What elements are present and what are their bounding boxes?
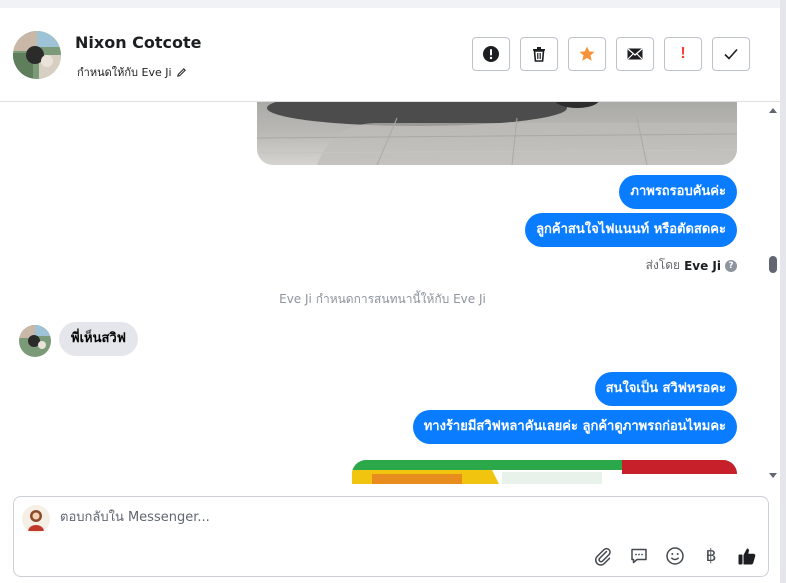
header-actions: ! — [472, 37, 750, 71]
scroll-down-arrow[interactable] — [769, 473, 777, 478]
delete-button[interactable] — [520, 37, 558, 71]
follow-up-button[interactable] — [472, 37, 510, 71]
incoming-message[interactable]: พี่เห็นสวิฟ — [59, 322, 138, 356]
baht-icon: ฿ — [705, 546, 717, 566]
exclamation-circle-icon — [483, 46, 499, 62]
car-photo-attachment[interactable] — [257, 102, 737, 165]
reply-composer: ฿ — [13, 496, 769, 577]
mark-spam-button[interactable]: ! — [664, 37, 702, 71]
contact-avatar[interactable] — [13, 31, 61, 79]
outgoing-message[interactable]: ภาพรถรอบคันค่ะ — [619, 175, 737, 209]
sent-by-prefix: ส่งโดย — [645, 258, 681, 272]
sent-by-note: ส่งโดย Eve Ji ? — [646, 256, 737, 275]
exclamation-icon: ! — [680, 45, 686, 62]
contact-avatar-small[interactable] — [19, 325, 51, 357]
payment-button[interactable]: ฿ — [700, 545, 722, 567]
outgoing-message[interactable]: ทางร้ายมีสวิฟหลาคันเลยค่ะ ลูกค้าดูภาพรถก… — [412, 410, 737, 444]
message-thread: ภาพรถรอบคันค่ะ ลูกค้าสนใจไฟแนนท์ หรือตัด… — [0, 102, 765, 484]
composer-toolbar: ฿ — [592, 545, 758, 567]
trash-icon — [533, 47, 545, 62]
outgoing-message[interactable]: ลูกค้าสนใจไฟแนนท์ หรือตัดสดคะ — [525, 213, 737, 247]
window-right-strip — [780, 0, 786, 583]
scroll-thumb[interactable] — [769, 256, 777, 273]
mark-done-button[interactable] — [712, 37, 750, 71]
star-icon — [579, 46, 595, 61]
attach-button[interactable] — [592, 545, 614, 567]
mark-unread-button[interactable] — [616, 37, 654, 71]
check-icon — [724, 48, 738, 60]
chat-bubble-icon — [631, 548, 647, 564]
saved-replies-button[interactable] — [628, 545, 650, 567]
help-icon[interactable]: ? — [725, 259, 737, 272]
car-ad-image-attachment[interactable] — [352, 460, 737, 484]
assignment-link[interactable]: กำหนดให้กับ Eve Ji — [77, 63, 187, 81]
thread-scrollbar[interactable] — [765, 102, 780, 484]
reply-input[interactable] — [58, 509, 742, 526]
window-top-strip — [0, 0, 786, 8]
star-button[interactable] — [568, 37, 606, 71]
conversation-header: Nixon Cotcote กำหนดให้กับ Eve Ji ! — [0, 8, 780, 102]
outgoing-message[interactable]: สนใจเป็น สวิฟหรอคะ — [594, 372, 737, 406]
envelope-icon — [627, 48, 643, 60]
pencil-icon — [176, 67, 186, 77]
page-avatar — [22, 505, 50, 533]
smile-icon — [666, 547, 684, 565]
assigned-label: กำหนดให้กับ Eve Ji — [77, 66, 172, 79]
paperclip-icon — [595, 547, 611, 566]
contact-name[interactable]: Nixon Cotcote — [75, 33, 202, 52]
assignment-system-message: Eve Ji กำหนดการสนทนานี้ให้กับ Eve Ji — [279, 292, 486, 306]
emoji-button[interactable] — [664, 545, 686, 567]
sent-by-name: Eve Ji — [684, 258, 721, 273]
scroll-up-arrow[interactable] — [769, 108, 777, 113]
like-button[interactable] — [736, 545, 758, 567]
thumbs-up-icon — [738, 548, 756, 565]
